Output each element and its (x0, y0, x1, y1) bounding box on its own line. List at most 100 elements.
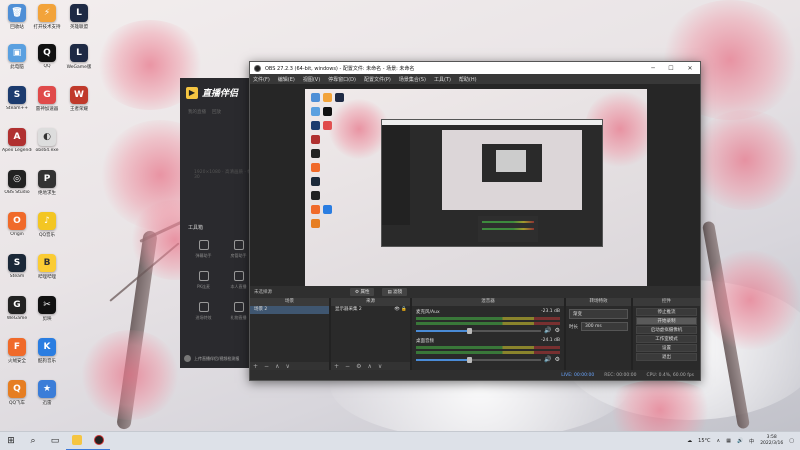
desktop-icon[interactable]: ♪ QQ音乐 (32, 212, 62, 238)
tray-expand-icon[interactable]: ∧ (717, 438, 721, 444)
scene-item[interactable]: 场景 2 (250, 306, 329, 314)
desktop-icon[interactable]: 🗑 回收站 (2, 4, 32, 30)
desktop-icon[interactable]: L WeGame版 (64, 44, 94, 70)
stop-streaming-button[interactable]: 停止推流 (636, 308, 697, 316)
menu-help[interactable]: 帮助(H) (459, 76, 477, 83)
exit-button[interactable]: 退出 (636, 353, 697, 361)
source-item[interactable]: 显示器采集 2 👁 🔒 (331, 306, 410, 314)
computer-icon: ▣ (8, 44, 26, 62)
add-icon[interactable]: + (334, 363, 339, 370)
desktop-icon[interactable]: S Steam++ (2, 86, 32, 111)
gear-icon[interactable]: ⚙ (356, 363, 361, 370)
visibility-lock-icons[interactable]: 👁 🔒 (394, 306, 407, 314)
volume-slider[interactable] (416, 327, 542, 334)
tool-pk[interactable]: PK连麦 (186, 271, 221, 290)
menu-edit[interactable]: 编辑(E) (278, 76, 295, 83)
obs-titlebar[interactable]: OBS 27.2.3 (64-bit, windows) - 配置文件: 未命名… (250, 62, 700, 74)
move-up-icon[interactable]: ∧ (275, 363, 279, 370)
volume-slider[interactable] (416, 356, 542, 363)
add-icon[interactable]: + (253, 363, 258, 370)
menu-scene-collection[interactable]: 场景集合(S) (399, 76, 426, 83)
windows-start-icon[interactable]: ⊞ (0, 432, 22, 450)
menu-profile[interactable]: 配置文件(P) (364, 76, 391, 83)
transition-select[interactable]: 渐变 (569, 309, 628, 319)
desktop-icon[interactable]: K 酷狗音乐 (32, 338, 62, 364)
tab-my-live[interactable]: 我的直播 (188, 109, 206, 115)
minimize-icon[interactable]: ─ (644, 65, 662, 72)
settings-button[interactable]: 设置 (636, 344, 697, 352)
desktop-icon[interactable]: F 火绒安全 (2, 338, 32, 364)
desktop-icon[interactable]: ▣ 此电脑 (2, 44, 32, 70)
window-title: OBS 27.2.3 (64-bit, windows) - 配置文件: 未命名… (265, 65, 415, 72)
weather-icon[interactable]: ☁ (687, 438, 692, 444)
lol-icon: L (70, 4, 88, 22)
desktop-icon[interactable]: ✂ 剪映 (32, 296, 62, 322)
tool-effects[interactable]: 进场特效 (186, 302, 221, 321)
studio-mode-button[interactable]: 工作室模式 (636, 335, 697, 343)
desktop-icon[interactable]: O Origin (2, 212, 32, 237)
volume-knob[interactable] (466, 356, 472, 363)
menu-view[interactable]: 视图(V) (303, 76, 320, 83)
move-up-icon[interactable]: ∧ (367, 363, 371, 370)
gear-icon[interactable]: ⚙ (555, 327, 560, 334)
companion-footer[interactable]: 上传直播伴侣/视频检测报 (184, 355, 239, 362)
desktop-icon[interactable]: Q QQ (32, 44, 62, 69)
network-icon[interactable]: ▦ (726, 438, 731, 444)
nested-obs-preview (381, 119, 603, 247)
desktop-icon[interactable]: B 哔哩哔哩 (32, 254, 62, 280)
nested-meter (482, 228, 534, 230)
task-view-icon[interactable]: ▭ (44, 432, 66, 450)
clock[interactable]: 3:58 2022/3/16 (760, 435, 783, 447)
remove-icon[interactable]: − (345, 363, 350, 370)
mini-desktop-icon (311, 93, 320, 102)
menu-docks[interactable]: 停靠窗口(D) (328, 76, 356, 83)
channel-db: -23.1 dB (540, 309, 560, 314)
volume-knob[interactable] (466, 327, 472, 334)
desktop-icon[interactable]: ⚡ 打开技术支持 (32, 4, 62, 30)
tool-danmaku[interactable]: 弹幕助手 (186, 240, 221, 259)
kugou-icon: K (38, 338, 56, 356)
properties-button[interactable]: ⚙ 属性 (350, 288, 375, 296)
weather-temp[interactable]: 15°C (698, 438, 710, 444)
scenes-dock: 场景 场景 2 + − ∧ ∨ (250, 298, 329, 370)
remove-icon[interactable]: − (264, 363, 269, 370)
mini-desktop-icon (311, 121, 320, 130)
move-down-icon[interactable]: ∨ (378, 363, 382, 370)
filters-button[interactable]: ▤ 滤镜 (382, 288, 408, 296)
preview-canvas[interactable] (305, 89, 647, 301)
desktop-icon[interactable]: ★ 迅雷 (32, 380, 62, 406)
volume-icon[interactable]: 🔊 (737, 438, 743, 444)
desktop-icon[interactable]: A Apex Legends (2, 128, 32, 153)
desktop-icon[interactable]: ◎ OBS Studio (2, 170, 32, 195)
virtual-camera-button[interactable]: 启动虚拟摄像机 (636, 326, 697, 334)
live-companion-window[interactable]: ▶ 直播伴侣 我的直播 回放 1920×1080 · 高清画质 · 帧率30 工… (180, 78, 260, 368)
desktop-icon[interactable]: W 王者荣耀 (64, 86, 94, 112)
companion-taskbar-icon[interactable] (66, 432, 88, 450)
start-recording-button[interactable]: 开始录制 (636, 317, 697, 325)
speaker-icon[interactable]: 🔊 (544, 327, 551, 334)
language-indicator[interactable]: 中 (749, 438, 754, 445)
volume-fill (416, 358, 469, 361)
menu-tools[interactable]: 工具(T) (434, 76, 451, 83)
tab-replay[interactable]: 回放 (212, 109, 221, 115)
close-icon[interactable]: ✕ (680, 65, 700, 72)
desktop-icon[interactable]: L 英雄联盟 (64, 4, 94, 30)
channel-name: 桌面音频 (416, 339, 434, 344)
menu-file[interactable]: 文件(F) (253, 76, 270, 83)
maximize-icon[interactable]: ☐ (662, 65, 680, 72)
desktop-icon[interactable]: ◐ obs64.exe (32, 128, 62, 153)
gear-icon[interactable]: ⚙ (555, 356, 560, 363)
notification-icon[interactable]: ▢ (789, 438, 794, 444)
desktop-icon[interactable]: S Steam (2, 254, 32, 279)
duration-input[interactable]: 300 ms (581, 322, 628, 331)
speaker-icon[interactable]: 🔊 (544, 356, 551, 363)
search-icon[interactable]: ⌕ (22, 432, 44, 450)
desktop-icon[interactable]: G 雷神加速器 (32, 86, 62, 112)
upload-icon (184, 355, 191, 362)
desktop-icon[interactable]: Q QQ飞车 (2, 380, 32, 406)
desktop-icon[interactable]: G WeGame (2, 296, 32, 321)
move-down-icon[interactable]: ∨ (285, 363, 289, 370)
desktop-icon[interactable]: P 绝地求生 (32, 170, 62, 196)
obs-window[interactable]: OBS 27.2.3 (64-bit, windows) - 配置文件: 未命名… (249, 61, 701, 381)
obs-taskbar-icon[interactable] (88, 432, 110, 450)
